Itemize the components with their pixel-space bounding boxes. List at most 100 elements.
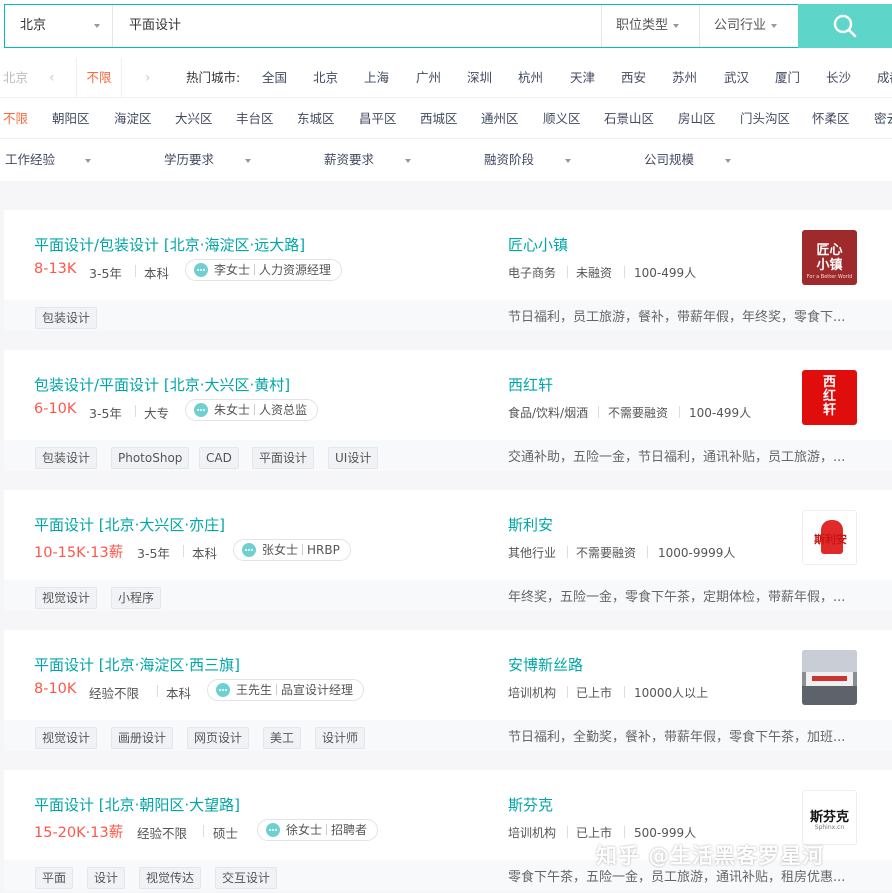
recruiter-name: 李女士 bbox=[214, 263, 251, 277]
skill-tag[interactable]: 视觉设计 bbox=[35, 587, 98, 609]
job-card-main: 包装设计/平面设计 [北京·大兴区·黄村] 6-10K 3-5年 大专 朱女士人… bbox=[4, 350, 892, 440]
job-card[interactable]: 平面设计/包装设计 [北京·海淀区·远大路] 8-13K 3-5年 本科 李女士… bbox=[4, 210, 892, 331]
district-item[interactable]: 朝阳区 bbox=[52, 99, 90, 138]
industry-select[interactable]: 公司行业 bbox=[699, 5, 797, 47]
recruiter-chip[interactable]: 朱女士 人资总监 bbox=[185, 399, 319, 421]
district-item[interactable]: 顺义区 bbox=[543, 99, 581, 138]
position-type-select[interactable]: 职位类型 bbox=[601, 5, 699, 47]
city-item[interactable]: 武汉 bbox=[724, 58, 749, 97]
filter-education[interactable]: 学历要求 bbox=[164, 140, 214, 180]
filter-company-size[interactable]: 公司规模 bbox=[644, 140, 694, 180]
search-bar: 北京 职位类型 公司行业 bbox=[4, 4, 892, 48]
chevron-down-icon bbox=[94, 24, 100, 28]
skill-tag[interactable]: 网页设计 bbox=[187, 727, 250, 749]
district-item[interactable]: 昌平区 bbox=[359, 99, 397, 138]
job-title-line[interactable]: 平面设计 [北京·海淀区·西三旗] bbox=[34, 654, 240, 675]
filter-salary[interactable]: 薪资要求 bbox=[324, 140, 374, 180]
recruiter-chip[interactable]: 徐女士 招聘者 bbox=[257, 819, 379, 841]
skill-tag[interactable]: 包装设计 bbox=[35, 447, 98, 469]
skill-tag[interactable]: 视觉设计 bbox=[35, 727, 98, 749]
district-item[interactable]: 房山区 bbox=[678, 99, 716, 138]
recruiter-chip[interactable]: 张女士 HRBP bbox=[233, 539, 351, 561]
company-size: 100-499人 bbox=[634, 266, 697, 280]
city-item[interactable]: 成都 bbox=[877, 58, 892, 97]
job-card[interactable]: 包装设计/平面设计 [北京·大兴区·黄村] 6-10K 3-5年 大专 朱女士人… bbox=[4, 350, 892, 471]
filter-financing[interactable]: 融资阶段 bbox=[484, 140, 534, 180]
recruiter-name: 张女士 bbox=[262, 543, 299, 557]
city-item[interactable]: 西安 bbox=[621, 58, 646, 97]
district-item[interactable]: 门头沟区 bbox=[740, 99, 790, 138]
recruiter-title: 人力资源经理 bbox=[259, 263, 332, 277]
job-title-line[interactable]: 平面设计/包装设计 [北京·海淀区·远大路] bbox=[34, 234, 305, 255]
company-logo[interactable]: 斯芬克 Sphinx.cn bbox=[802, 790, 857, 845]
company-name[interactable]: 西红轩 bbox=[508, 374, 553, 395]
search-input[interactable] bbox=[115, 5, 600, 47]
city-item[interactable]: 杭州 bbox=[518, 58, 543, 97]
job-title: 平面设计 bbox=[34, 516, 95, 534]
district-item[interactable]: 密云 bbox=[874, 99, 892, 138]
company-name[interactable]: 匠心小镇 bbox=[508, 234, 568, 255]
search-button[interactable] bbox=[798, 4, 892, 48]
job-salary: 8-10K bbox=[34, 681, 77, 697]
company-logo[interactable]: 斯利安 bbox=[802, 510, 857, 565]
district-item[interactable]: 丰台区 bbox=[236, 99, 274, 138]
skill-tag[interactable]: 设计 bbox=[87, 867, 126, 889]
filter-experience[interactable]: 工作经验 bbox=[5, 140, 55, 180]
skill-tag[interactable]: 画册设计 bbox=[111, 727, 174, 749]
company-size: 10000人以上 bbox=[634, 686, 709, 700]
skill-tag[interactable]: 平面 bbox=[35, 867, 74, 889]
chevron-left-icon[interactable]: ‹ bbox=[49, 58, 55, 97]
company-industry: 食品/饮料/烟酒 bbox=[508, 406, 589, 420]
district-item[interactable]: 怀柔区 bbox=[812, 99, 850, 138]
district-item[interactable]: 不限 bbox=[3, 99, 28, 138]
district-item[interactable]: 通州区 bbox=[481, 99, 519, 138]
district-item[interactable]: 西城区 bbox=[420, 99, 458, 138]
company-name[interactable]: 安博新丝路 bbox=[508, 654, 583, 675]
district-item[interactable]: 大兴区 bbox=[175, 99, 213, 138]
company-name[interactable]: 斯利安 bbox=[508, 514, 553, 535]
city-item[interactable]: 北京 bbox=[313, 58, 338, 97]
job-card-main: 平面设计/包装设计 [北京·海淀区·远大路] 8-13K 3-5年 本科 李女士… bbox=[4, 210, 892, 300]
company-logo[interactable]: 西红轩 bbox=[802, 370, 857, 425]
skill-tag[interactable]: CAD bbox=[199, 447, 239, 469]
skill-tag[interactable]: 交互设计 bbox=[215, 867, 278, 889]
skill-tag[interactable]: 视觉传达 bbox=[139, 867, 202, 889]
recruiter-chip[interactable]: 王先生 品宣设计经理 bbox=[207, 679, 365, 701]
logo-text: 小镇 bbox=[816, 258, 843, 273]
city-item[interactable]: 厦门 bbox=[775, 58, 800, 97]
city-item[interactable]: 苏州 bbox=[672, 58, 697, 97]
job-education: 本科 bbox=[166, 686, 192, 701]
district-item[interactable]: 东城区 bbox=[297, 99, 335, 138]
skill-tag[interactable]: 美工 bbox=[263, 727, 302, 749]
recruiter-name: 朱女士 bbox=[214, 403, 251, 417]
skill-tag[interactable]: 小程序 bbox=[111, 587, 162, 609]
job-title-line[interactable]: 平面设计 [北京·大兴区·亦庄] bbox=[34, 514, 225, 535]
city-item[interactable]: 全国 bbox=[262, 58, 287, 97]
company-name[interactable]: 斯芬克 bbox=[508, 794, 553, 815]
city-item[interactable]: 长沙 bbox=[826, 58, 851, 97]
skill-tag[interactable]: 平面设计 bbox=[252, 447, 315, 469]
job-card[interactable]: 平面设计 [北京·海淀区·西三旗] 8-10K 经验不限 本科 王先生 品宣设计经… bbox=[4, 630, 892, 751]
recruiter-chip[interactable]: 李女士 人力资源经理 bbox=[185, 259, 343, 281]
city-item[interactable]: 上海 bbox=[364, 58, 389, 97]
job-card[interactable]: 平面设计 [北京·朝阳区·大望路] 15-20K·13薪 经验不限 硕士 徐女士… bbox=[4, 770, 892, 891]
job-title-line[interactable]: 包装设计/平面设计 [北京·大兴区·黄村] bbox=[34, 374, 290, 395]
skill-tag[interactable]: UI设计 bbox=[328, 447, 379, 469]
company-logo[interactable] bbox=[802, 650, 857, 705]
district-item[interactable]: 石景山区 bbox=[604, 99, 654, 138]
skill-tag[interactable]: PhotoShop bbox=[111, 447, 190, 469]
company-stage: 未融资 bbox=[576, 266, 613, 280]
district-item[interactable]: 海淀区 bbox=[114, 99, 152, 138]
job-card[interactable]: 平面设计 [北京·大兴区·亦庄] 10-15K·13薪 3-5年 本科 张女士 H… bbox=[4, 490, 892, 611]
city-item[interactable]: 深圳 bbox=[467, 58, 492, 97]
skill-tag[interactable]: 设计师 bbox=[315, 727, 366, 749]
skill-tag[interactable]: 包装设计 bbox=[35, 307, 98, 329]
chevron-right-icon[interactable]: › bbox=[145, 58, 151, 97]
city-unlimited[interactable]: 不限 bbox=[76, 58, 122, 97]
company-logo[interactable]: 匠心 小镇 For a Better World bbox=[802, 230, 857, 285]
city-item[interactable]: 广州 bbox=[416, 58, 441, 97]
prev-city[interactable]: 北京 bbox=[3, 58, 28, 97]
city-item[interactable]: 天津 bbox=[570, 58, 595, 97]
job-title-line[interactable]: 平面设计 [北京·朝阳区·大望路] bbox=[34, 794, 240, 815]
city-select[interactable]: 北京 bbox=[5, 5, 113, 47]
